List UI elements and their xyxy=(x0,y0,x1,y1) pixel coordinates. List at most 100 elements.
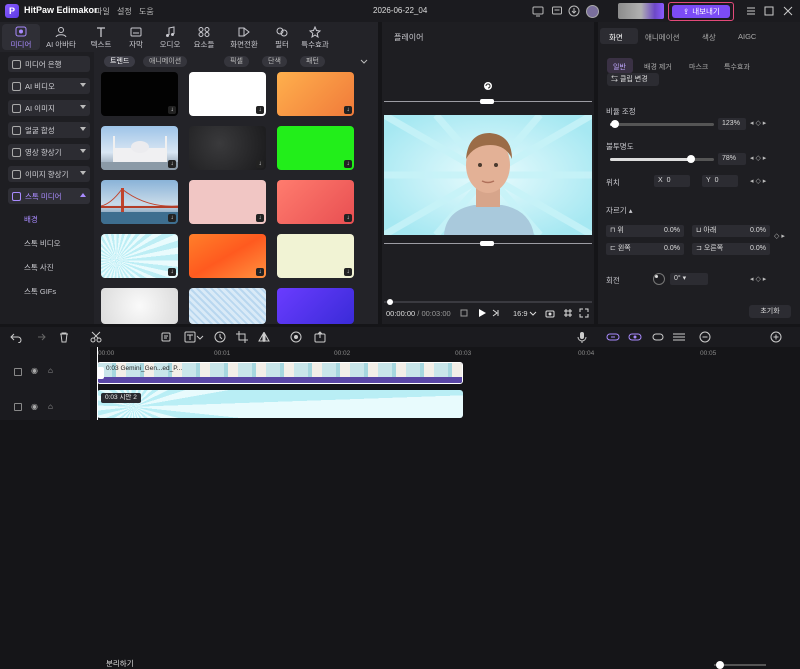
sidebar-sub-background[interactable]: 배경 xyxy=(24,214,38,225)
link-icon[interactable] xyxy=(652,331,664,343)
chip-solid[interactable]: 단색 xyxy=(262,56,287,67)
bg-thumb-mosque[interactable]: ↓ xyxy=(101,126,178,170)
position-x-input[interactable]: X 0 xyxy=(654,175,690,187)
tab-effects[interactable]: 특수효과 xyxy=(296,24,334,50)
bg-thumb-black[interactable]: ↓ xyxy=(101,72,178,116)
expand-chevron-icon[interactable] xyxy=(358,56,370,68)
split-label[interactable]: 분리하기 xyxy=(106,658,134,669)
bg-thumb-pink[interactable]: ↓ xyxy=(189,180,266,224)
tab-text[interactable]: 텍스트 xyxy=(82,24,120,50)
chip-animation[interactable]: 애니메이션 xyxy=(143,56,188,67)
bg-thumb-green[interactable]: ↓ xyxy=(277,126,354,170)
clip-trim-handle[interactable] xyxy=(97,367,104,379)
scrubber-knob[interactable] xyxy=(387,299,393,305)
zoom-out-icon[interactable] xyxy=(699,331,711,343)
crop-top-input[interactable]: ⊓ 위 0.0% xyxy=(606,225,684,237)
account-banner[interactable] xyxy=(618,3,664,19)
scale-slider[interactable] xyxy=(610,120,714,128)
chip-trend[interactable]: 트렌드 xyxy=(104,56,136,67)
resize-handle-bottom[interactable] xyxy=(480,241,494,246)
scale-input[interactable]: 123% xyxy=(718,118,746,130)
chip-pixel[interactable]: 픽셀 xyxy=(224,56,249,67)
rotate-input[interactable]: 0° ▾ xyxy=(670,273,708,285)
maximize-icon[interactable] xyxy=(763,5,775,17)
menu-icon[interactable] xyxy=(745,5,757,17)
tab-audio[interactable]: 오디오 xyxy=(151,24,189,50)
keyframe-controls[interactable]: ◂ ◇ ▸ xyxy=(750,154,786,164)
avatar[interactable] xyxy=(586,5,599,18)
sidebar-item-media-bank[interactable]: 미디어 은행 xyxy=(8,56,90,72)
stop-icon[interactable] xyxy=(459,308,469,318)
subtab-mask[interactable]: 마스크 xyxy=(689,62,708,72)
chip-pattern[interactable]: 패턴 xyxy=(300,56,325,67)
position-y-input[interactable]: Y 0 xyxy=(702,175,738,187)
keyframe-controls[interactable]: ◂ ◇ ▸ xyxy=(750,177,786,187)
crop-right-input[interactable]: ⊐ 오른쪽 0.0% xyxy=(692,243,770,255)
snapshot-icon[interactable] xyxy=(545,308,555,318)
play-icon[interactable] xyxy=(477,308,487,318)
tab-animation[interactable]: 애니메이션 xyxy=(645,32,680,43)
tab-aigc[interactable]: AIGC xyxy=(738,32,756,41)
chevron-down-icon[interactable] xyxy=(529,308,537,318)
lock-icon[interactable]: ⌂ xyxy=(48,366,53,375)
sidebar-sub-stock-video[interactable]: 스톡 비디오 xyxy=(24,238,61,249)
bg-thumb-cream[interactable]: ↓ xyxy=(277,234,354,278)
monitor-icon[interactable] xyxy=(532,5,544,17)
rotate-handle-icon[interactable] xyxy=(483,81,493,91)
next-frame-icon[interactable] xyxy=(491,308,501,318)
delete-icon[interactable] xyxy=(58,331,70,343)
subtab-general[interactable]: 일반 xyxy=(613,62,626,72)
crop-icon[interactable] xyxy=(236,331,248,343)
reset-button[interactable]: 초기화 xyxy=(749,305,791,318)
bg-thumb-purple[interactable] xyxy=(277,288,354,324)
crop-bottom-input[interactable]: ⊔ 아래 0.0% xyxy=(692,225,770,237)
zoom-in-icon[interactable] xyxy=(770,331,782,343)
subtab-bg-remove[interactable]: 배경 제거 xyxy=(644,62,672,72)
tab-color[interactable]: 색상 xyxy=(702,32,716,43)
export-clip-icon[interactable] xyxy=(314,331,326,343)
image-clip-2[interactable]: 0:03 시안 2 xyxy=(97,390,463,418)
tab-subtitle[interactable]: 자막 xyxy=(117,24,155,50)
sidebar-item-image-enhancer[interactable]: 이미지 향상기 xyxy=(8,166,90,182)
sidebar-item-ai-image[interactable]: AI 이미지 xyxy=(8,100,90,116)
mirror-icon[interactable] xyxy=(258,331,270,343)
tab-media[interactable]: 미디어 xyxy=(2,24,40,50)
text-tool-icon[interactable] xyxy=(184,331,196,343)
opacity-input[interactable]: 78% xyxy=(718,153,746,165)
menu-file[interactable]: 파일 xyxy=(95,6,110,17)
playback-scrubber[interactable] xyxy=(384,301,592,303)
bg-thumb-sunburst[interactable]: ↓ xyxy=(101,234,178,278)
opacity-slider-knob[interactable] xyxy=(687,155,695,163)
eye-icon[interactable]: ◉ xyxy=(31,402,38,411)
bg-thumb-paper[interactable] xyxy=(101,288,178,324)
menu-help[interactable]: 도움 xyxy=(139,6,154,17)
sidebar-item-face-swap[interactable]: 얼굴 합성 xyxy=(8,122,90,138)
tab-screen[interactable]: 화면 xyxy=(609,32,623,43)
video-clip-1[interactable]: 0:03 Gemini_Gen...ed_P... xyxy=(97,362,463,384)
bg-thumb-orange-waves[interactable]: ↓ xyxy=(189,234,266,278)
bg-thumb-white[interactable]: ↓ xyxy=(189,72,266,116)
keyframe-controls[interactable]: ◇ ▸ xyxy=(774,232,794,242)
crop-left-input[interactable]: ⊏ 왼쪽 0.0% xyxy=(606,243,684,255)
lock-icon[interactable]: ⌂ xyxy=(48,402,53,411)
keyframe-controls[interactable]: ◂ ◇ ▸ xyxy=(750,119,786,129)
tab-ai-avatar[interactable]: AI 아바타 xyxy=(42,24,80,50)
sidebar-sub-stock-gifs[interactable]: 스톡 GIFs xyxy=(24,286,56,297)
clip-change-button[interactable]: ⇆ 클립 변경 xyxy=(607,73,659,86)
sidebar-item-ai-video[interactable]: AI 비디오 xyxy=(8,78,90,94)
sidebar-item-stock-media[interactable]: 스톡 미디어 xyxy=(8,188,90,204)
bg-thumb-bridge[interactable]: ↓ xyxy=(101,180,178,224)
marker-icon[interactable] xyxy=(160,331,172,343)
ai-face-icon[interactable] xyxy=(290,331,302,343)
undo-icon[interactable] xyxy=(10,331,22,343)
tab-transition[interactable]: 화면전환 xyxy=(225,24,263,50)
bg-thumb-orange[interactable]: ↓ xyxy=(277,72,354,116)
scissors-icon[interactable] xyxy=(90,331,102,343)
snap-icon[interactable] xyxy=(628,331,642,343)
sidebar-item-video-enhancer[interactable]: 영상 향상기 xyxy=(8,144,90,160)
fullscreen-icon[interactable] xyxy=(579,308,589,318)
download-icon[interactable] xyxy=(568,5,580,17)
aspect-ratio-select[interactable]: 16:9 xyxy=(513,309,528,318)
playhead[interactable] xyxy=(97,347,98,420)
magnet-link-icon[interactable] xyxy=(606,331,620,343)
